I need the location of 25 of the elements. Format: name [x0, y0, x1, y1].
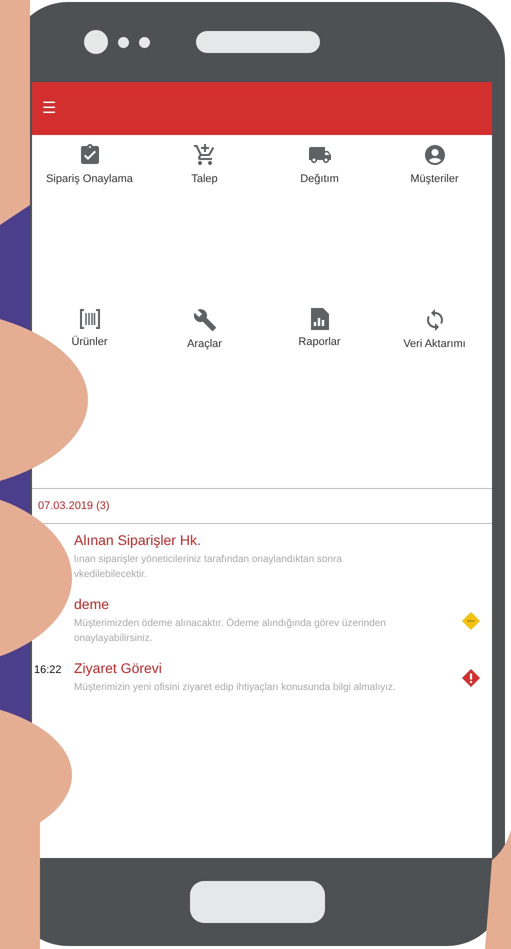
sensor-dot — [139, 36, 150, 48]
wrench-icon — [192, 308, 216, 332]
shortcut-label[interactable]: Müşteriler — [410, 173, 459, 185]
task-description: lınan siparişler yöneticileriniz tarafından onaylandıktan sonra vkedilebilecektir. — [74, 553, 343, 582]
cart-plus-icon — [192, 143, 216, 167]
shortcut-label[interactable]: Veri Aktarımı — [403, 338, 466, 350]
task-time: 16:22 — [33, 664, 63, 676]
task-title[interactable]: deme — [74, 596, 462, 612]
home-button[interactable] — [190, 881, 325, 923]
report-file-icon — [310, 308, 328, 330]
shortcut-label[interactable]: Ürünler — [71, 336, 108, 348]
date-header: 07.03.2019 (3) — [38, 500, 110, 512]
shortcut-label[interactable]: Değıtım — [300, 173, 339, 185]
task-description: Müşterimizden ödeme alınacaktır. Ödeme alındığında görev üzerinden onaylayabilirsiniz. — [74, 617, 387, 646]
task-title[interactable]: Alınan Siparişler Hk. — [74, 532, 462, 548]
barcode-icon — [78, 308, 100, 330]
menu-icon[interactable]: ☰ — [42, 100, 56, 116]
sensor-dot — [118, 36, 129, 48]
task-description: Müşterimizin yeni ofisini ziyaret edip ihtiyaçları konusunda bilgi almalıyız. — [74, 681, 397, 695]
shortcut-label[interactable]: Talep — [191, 173, 218, 185]
camera-dot — [84, 30, 108, 54]
shortcut-label[interactable]: Sipariş Onaylama — [46, 173, 133, 185]
shortcut-label[interactable]: Araçlar — [187, 338, 222, 350]
task-title[interactable]: Ziyaret Görevi — [74, 660, 462, 676]
shortcut-label[interactable]: Raporlar — [298, 336, 341, 348]
